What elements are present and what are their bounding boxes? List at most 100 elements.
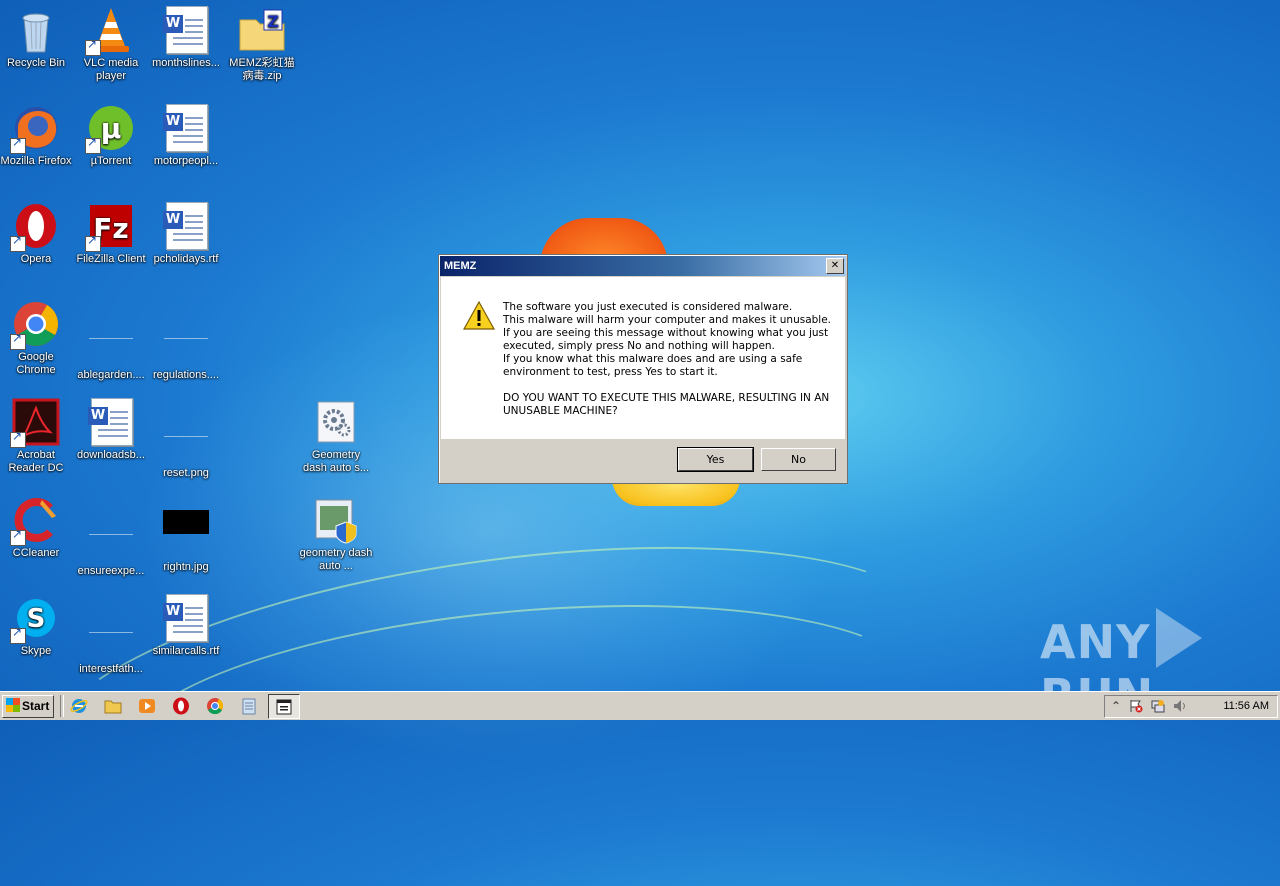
icon-label: reset.png bbox=[163, 467, 209, 479]
desktop-icon-ensureexpe[interactable]: ensureexpe... bbox=[73, 492, 149, 578]
shortcut-arrow-icon bbox=[10, 430, 26, 448]
icon-label: Mozilla Firefox bbox=[0, 155, 72, 167]
notepad-icon[interactable] bbox=[240, 697, 258, 715]
clock[interactable]: 11:56 AM bbox=[1223, 696, 1269, 717]
shortcut-arrow-icon bbox=[85, 234, 101, 252]
application-window-icon bbox=[276, 699, 292, 715]
svg-text:Z: Z bbox=[267, 12, 279, 31]
shortcut-arrow-icon bbox=[10, 332, 26, 350]
desktop-icon-rightn-jpg[interactable]: rightn.jpg bbox=[148, 492, 224, 574]
message-line: If you know what this malware does and a… bbox=[503, 353, 803, 378]
shortcut-arrow-icon bbox=[85, 136, 101, 154]
warning-icon bbox=[463, 301, 495, 330]
message-line: If you are seeing this message without k… bbox=[503, 327, 829, 352]
recycle-bin-icon bbox=[22, 13, 50, 53]
word-document-icon: W bbox=[88, 398, 133, 446]
icon-label: rightn.jpg bbox=[163, 561, 209, 573]
icon-label: downloadsb... bbox=[77, 449, 145, 461]
desktop-icon-reset-png[interactable]: reset.png bbox=[148, 394, 224, 480]
zip-folder-icon: Z bbox=[239, 9, 285, 51]
dialog-titlebar[interactable]: MEMZ ✕ bbox=[440, 256, 846, 276]
media-player-icon[interactable] bbox=[138, 697, 156, 715]
desktop-icon-skype[interactable]: S Skype bbox=[0, 590, 74, 658]
taskbar: Start ⌃ 11:56 AM bbox=[0, 691, 1280, 720]
file-explorer-icon[interactable] bbox=[104, 697, 122, 715]
desktop-icon-downloadsb[interactable]: W downloadsb... bbox=[73, 394, 149, 462]
desktop-icon-ablegarden[interactable]: ablegarden.... bbox=[73, 296, 149, 382]
word-document-icon: W bbox=[163, 6, 208, 54]
desktop-icon-geometry-dash-auto-s[interactable]: Geometry dash auto s... bbox=[298, 394, 374, 475]
desktop-icon-recycle-bin[interactable]: Recycle Bin bbox=[0, 2, 74, 70]
internet-explorer-icon[interactable] bbox=[70, 697, 88, 715]
icon-label: ablegarden.... bbox=[77, 369, 145, 381]
icon-label: similarcalls.rtf bbox=[152, 645, 220, 657]
desktop-icon-pcholidays[interactable]: W pcholidays.rtf bbox=[148, 198, 224, 266]
icon-label: CCleaner bbox=[12, 547, 60, 559]
icon-label: monthslines... bbox=[152, 57, 220, 69]
icon-label: interestfath... bbox=[79, 663, 143, 675]
show-hidden-icons-button[interactable]: ⌃ bbox=[1109, 699, 1123, 713]
icon-label: Acrobat Reader DC bbox=[8, 449, 64, 474]
shortcut-arrow-icon bbox=[10, 234, 26, 252]
dialog-message: The software you just executed is consid… bbox=[503, 301, 833, 418]
icon-label: Skype bbox=[20, 645, 52, 657]
icon-label: regulations.... bbox=[152, 369, 220, 381]
icon-label: Recycle Bin bbox=[6, 57, 66, 69]
blank-file-icon bbox=[89, 318, 133, 339]
blank-file-icon bbox=[89, 612, 133, 633]
dialog-title: MEMZ bbox=[444, 260, 477, 272]
desktop-icon-motorpeopl[interactable]: W motorpeopl... bbox=[148, 100, 224, 168]
desktop-icon-firefox[interactable]: Mozilla Firefox bbox=[0, 100, 74, 168]
network-icon[interactable] bbox=[1151, 699, 1165, 713]
blank-file-icon bbox=[89, 514, 133, 535]
desktop-icon-similarcalls[interactable]: W similarcalls.rtf bbox=[148, 590, 224, 658]
desktop-icon-interestfath[interactable]: interestfath... bbox=[73, 590, 149, 676]
volume-icon[interactable] bbox=[1173, 699, 1187, 713]
icon-label: VLC media player bbox=[83, 57, 139, 82]
shortcut-arrow-icon bbox=[85, 38, 101, 56]
action-center-flag-icon[interactable] bbox=[1129, 699, 1143, 713]
blank-file-icon bbox=[164, 318, 208, 339]
opera-taskbar-icon[interactable] bbox=[172, 697, 190, 715]
desktop-icon-acrobat-reader[interactable]: Acrobat Reader DC bbox=[0, 394, 74, 475]
system-tray: ⌃ 11:56 AM bbox=[1104, 695, 1278, 718]
desktop-icon-regulations[interactable]: regulations.... bbox=[148, 296, 224, 382]
icon-label: MEMZ彩虹猫病毒.zip bbox=[229, 57, 295, 82]
message-line: This malware will harm your computer and… bbox=[503, 314, 832, 326]
icon-label: µTorrent bbox=[90, 155, 132, 167]
shortcut-arrow-icon bbox=[10, 626, 26, 644]
memz-dialog: MEMZ ✕ The software you just executed is… bbox=[438, 254, 848, 484]
image-thumbnail-icon bbox=[163, 510, 209, 534]
desktop-icon-filezilla[interactable]: Fz FileZilla Client bbox=[73, 198, 149, 266]
desktop-icon-monthslines[interactable]: W monthslines... bbox=[148, 2, 224, 70]
desktop-icon-google-chrome[interactable]: Google Chrome bbox=[0, 296, 74, 377]
icon-label: FileZilla Client bbox=[76, 253, 146, 265]
taskbar-separator bbox=[60, 695, 64, 717]
taskbar-active-window[interactable] bbox=[268, 694, 300, 719]
start-button[interactable]: Start bbox=[2, 695, 54, 718]
chrome-taskbar-icon[interactable] bbox=[206, 697, 224, 715]
word-document-icon: W bbox=[163, 104, 208, 152]
windows-logo-icon bbox=[6, 698, 20, 712]
word-document-icon: W bbox=[163, 594, 208, 642]
yes-button[interactable]: Yes bbox=[677, 447, 754, 472]
shortcut-arrow-icon bbox=[10, 136, 26, 154]
desktop-icon-opera[interactable]: Opera bbox=[0, 198, 74, 266]
close-button[interactable]: ✕ bbox=[826, 258, 844, 274]
blank-file-icon bbox=[164, 416, 208, 437]
desktop-icon-vlc[interactable]: VLC media player bbox=[73, 2, 149, 83]
icon-label: pcholidays.rtf bbox=[153, 253, 219, 265]
desktop-icon-ccleaner[interactable]: CCleaner bbox=[0, 492, 74, 560]
desktop-icon-utorrent[interactable]: µ µTorrent bbox=[73, 100, 149, 168]
desktop-icon-geometry-dash-auto[interactable]: geometry dash auto ... bbox=[298, 492, 374, 573]
installer-shield-icon bbox=[315, 499, 357, 544]
start-label: Start bbox=[22, 699, 50, 713]
settings-file-icon bbox=[317, 401, 355, 443]
no-button[interactable]: No bbox=[761, 448, 836, 471]
message-question: DO YOU WANT TO EXECUTE THIS MALWARE, RES… bbox=[503, 392, 830, 417]
icon-label: Google Chrome bbox=[16, 351, 56, 376]
icon-label: ensureexpe... bbox=[77, 565, 145, 577]
shortcut-arrow-icon bbox=[10, 528, 26, 546]
desktop-icon-memz-zip[interactable]: Z MEMZ彩虹猫病毒.zip bbox=[224, 2, 300, 83]
icon-label: geometry dash auto ... bbox=[299, 547, 373, 572]
